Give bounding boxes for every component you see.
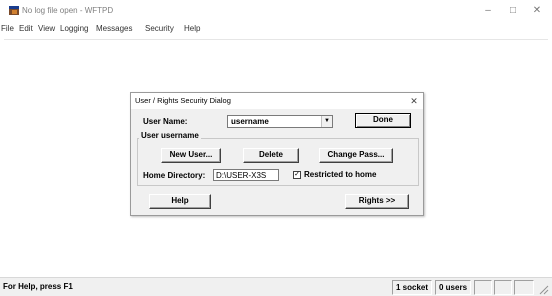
status-panel-empty-3 bbox=[514, 280, 534, 295]
app-icon bbox=[9, 6, 19, 15]
status-help-text: For Help, press F1 bbox=[3, 282, 73, 291]
menu-file[interactable]: File bbox=[1, 24, 14, 33]
delete-button[interactable]: Delete bbox=[243, 148, 299, 163]
status-bar: For Help, press F1 1 socket 0 users bbox=[0, 277, 552, 296]
title-bar: No log file open - WFTPD – □ ✕ bbox=[0, 0, 552, 22]
resize-grip-icon[interactable] bbox=[537, 283, 549, 295]
menu-messages[interactable]: Messages bbox=[96, 24, 132, 33]
menu-security[interactable]: Security bbox=[145, 24, 174, 33]
change-pass-button[interactable]: Change Pass... bbox=[319, 148, 393, 163]
maximize-button[interactable]: □ bbox=[503, 3, 523, 19]
user-name-combo[interactable]: username ▼ bbox=[227, 115, 333, 128]
restricted-checkbox[interactable]: ✓ bbox=[293, 171, 301, 179]
user-rights-dialog: User / Rights Security Dialog ✕ User Nam… bbox=[130, 92, 424, 216]
help-button[interactable]: Help bbox=[149, 194, 211, 209]
dialog-title: User / Rights Security Dialog bbox=[135, 96, 231, 105]
user-name-label: User Name: bbox=[143, 117, 188, 126]
user-count-panel: 0 users bbox=[435, 280, 471, 295]
user-name-value: username bbox=[231, 117, 269, 126]
socket-count-panel: 1 socket bbox=[392, 280, 432, 295]
close-button[interactable]: ✕ bbox=[527, 3, 547, 19]
chevron-down-icon[interactable]: ▼ bbox=[321, 116, 332, 127]
home-directory-value: D:\USER-X3S bbox=[216, 171, 267, 180]
dialog-title-bar: User / Rights Security Dialog ✕ bbox=[131, 93, 423, 109]
menu-help[interactable]: Help bbox=[184, 24, 200, 33]
home-directory-input[interactable]: D:\USER-X3S bbox=[213, 169, 279, 181]
done-button[interactable]: Done bbox=[355, 113, 411, 128]
menu-edit[interactable]: Edit bbox=[19, 24, 33, 33]
rights-button[interactable]: Rights >> bbox=[345, 194, 409, 209]
status-panel-empty-2 bbox=[494, 280, 512, 295]
home-directory-label: Home Directory: bbox=[143, 171, 206, 180]
menu-view[interactable]: View bbox=[38, 24, 55, 33]
new-user-button[interactable]: New User... bbox=[161, 148, 221, 163]
minimize-button[interactable]: – bbox=[478, 3, 498, 19]
group-label: User username bbox=[139, 131, 201, 140]
dialog-close-button[interactable]: ✕ bbox=[407, 94, 421, 108]
menu-logging[interactable]: Logging bbox=[60, 24, 88, 33]
menu-bar: File Edit View Logging Messages Security… bbox=[0, 22, 552, 38]
restricted-label[interactable]: Restricted to home bbox=[304, 170, 376, 179]
status-panel-empty-1 bbox=[474, 280, 492, 295]
window-title: No log file open - WFTPD bbox=[22, 6, 114, 15]
